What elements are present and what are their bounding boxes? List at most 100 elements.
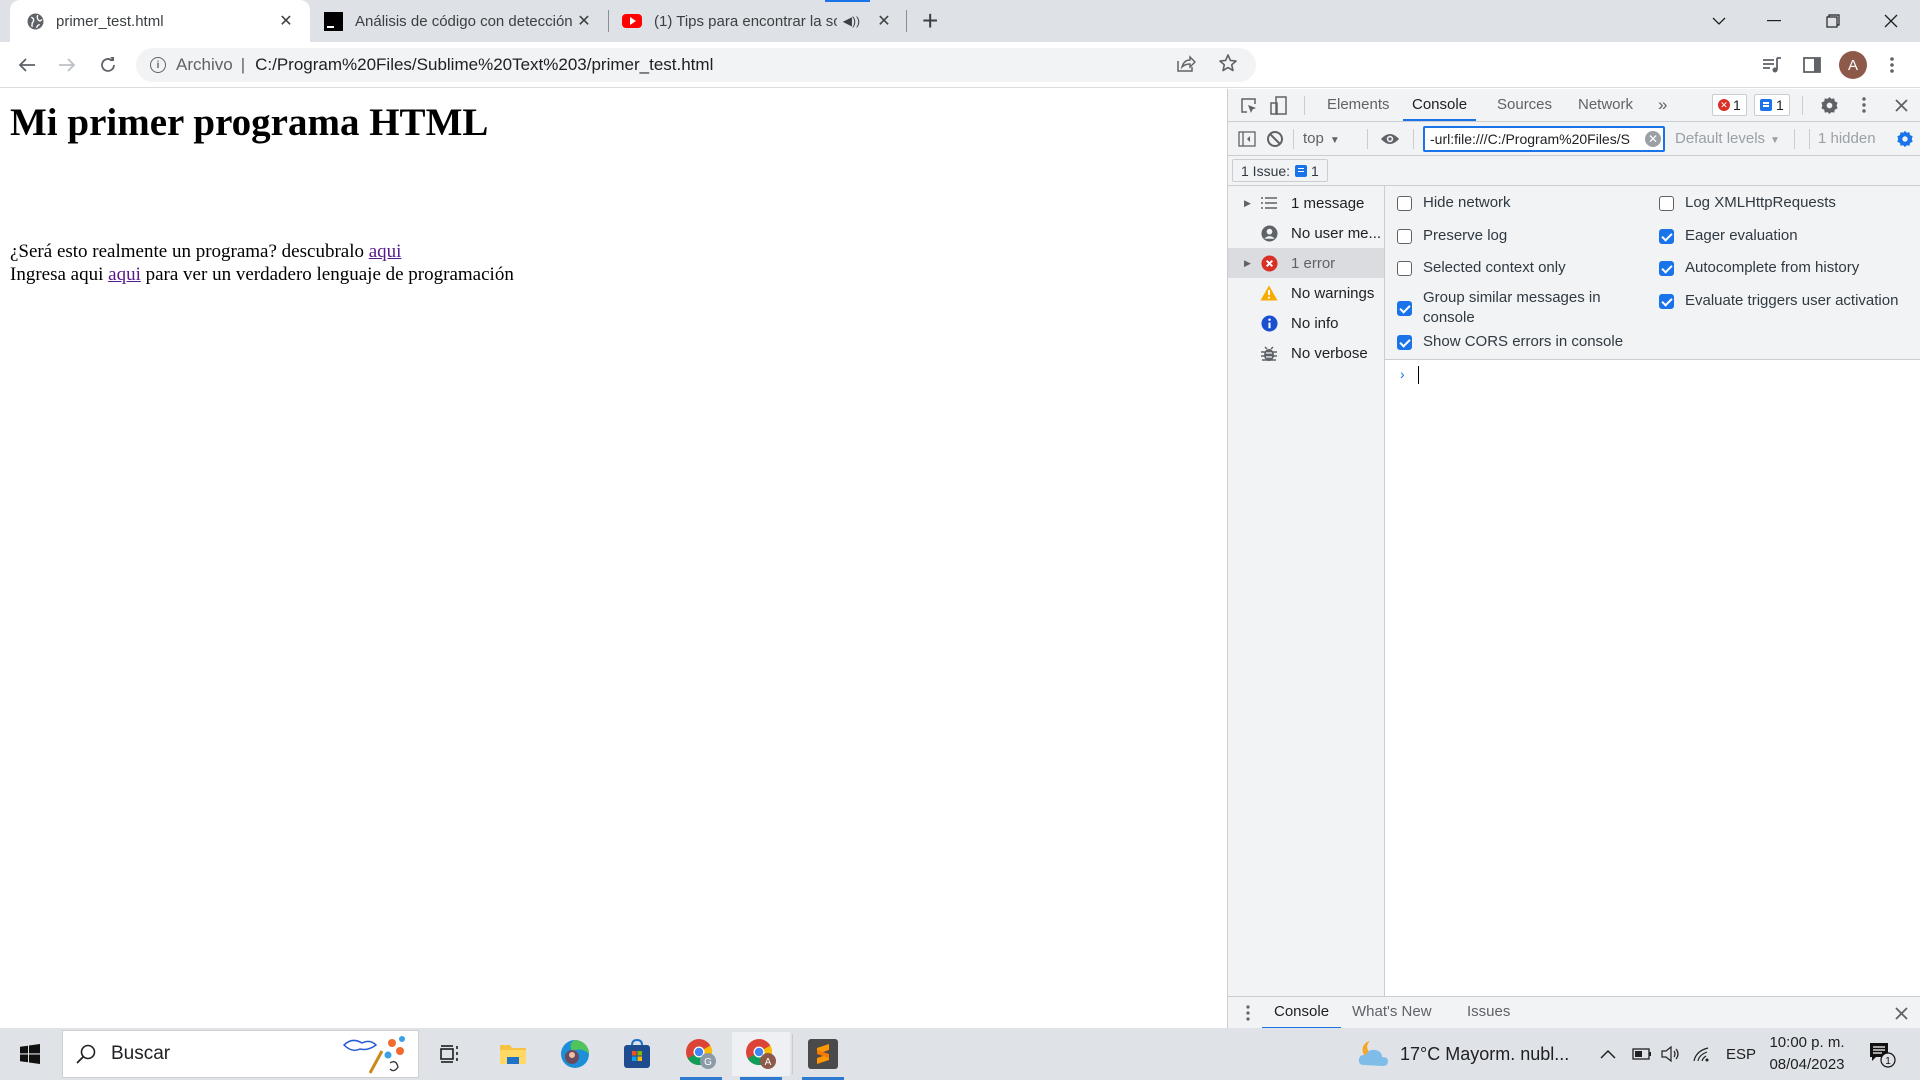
volume-indicator[interactable] (1660, 1028, 1682, 1080)
reload-button[interactable] (93, 50, 123, 80)
input-language[interactable]: ESP (1726, 1028, 1756, 1080)
clock[interactable]: 10:00 p. m. 08/04/2023 (1766, 1032, 1848, 1076)
devtools-tab-console[interactable]: Console (1403, 89, 1477, 121)
checkbox[interactable] (1397, 229, 1412, 244)
device-toolbar-icon[interactable] (1270, 96, 1288, 120)
start-button[interactable] (0, 1032, 60, 1076)
checkbox[interactable] (1397, 300, 1412, 316)
setting-group-similar[interactable]: Group similar messages in console (1397, 288, 1627, 328)
audio-playing-icon[interactable]: ◀)) (843, 14, 860, 28)
sidebar-toggle-icon[interactable] (1238, 131, 1256, 151)
microsoft-store-app[interactable] (608, 1032, 666, 1076)
show-hidden-icons-button[interactable] (1600, 1028, 1616, 1080)
link-aqui-2[interactable]: aqui (108, 264, 141, 285)
new-tab-button[interactable]: + (922, 6, 938, 36)
tab-search-button[interactable] (1694, 0, 1744, 42)
close-tab-icon[interactable]: ✕ (874, 11, 894, 31)
sidebar-item-messages[interactable]: ▶ 1 message (1228, 188, 1384, 218)
bookmark-star-icon[interactable] (1218, 53, 1238, 78)
file-explorer-app[interactable] (484, 1032, 542, 1076)
setting-autocomplete-history[interactable]: Autocomplete from history (1659, 259, 1859, 276)
chrome-app-profile-a[interactable]: A (732, 1032, 790, 1080)
sidebar-item-verbose[interactable]: No verbose (1228, 338, 1384, 368)
tab-separator (608, 10, 609, 32)
clear-console-icon[interactable] (1266, 130, 1284, 152)
context-selector[interactable]: top ▼ (1303, 130, 1340, 147)
drawer-menu-icon[interactable] (1246, 1005, 1250, 1025)
link-aqui-1[interactable]: aqui (369, 241, 402, 262)
issues-count-badge[interactable]: 1 (1754, 94, 1790, 116)
close-tab-icon[interactable]: ✕ (574, 11, 594, 31)
info-icon[interactable]: i (150, 57, 166, 73)
checkbox[interactable] (1659, 196, 1674, 211)
sidebar-item-user-messages[interactable]: No user me... (1228, 218, 1384, 248)
setting-show-cors-errors[interactable]: Show CORS errors in console (1397, 333, 1623, 350)
checkbox[interactable] (1397, 261, 1412, 276)
share-icon[interactable] (1176, 55, 1196, 78)
restore-button[interactable] (1808, 0, 1858, 42)
minimize-button[interactable] (1749, 0, 1799, 42)
sublime-text-icon (808, 1039, 838, 1069)
setting-preserve-log[interactable]: Preserve log (1397, 227, 1507, 244)
forward-button[interactable] (52, 50, 82, 80)
drawer-tab-whats-new[interactable]: What's New (1352, 997, 1432, 1029)
devtools-tab-network[interactable]: Network (1578, 89, 1633, 121)
devtools-tab-elements[interactable]: Elements (1327, 89, 1390, 121)
task-view-button[interactable] (421, 1032, 479, 1076)
checkbox[interactable] (1397, 196, 1412, 211)
network-indicator[interactable] (1692, 1028, 1712, 1080)
taskbar-search-box[interactable]: Buscar (62, 1030, 419, 1078)
more-tabs-button[interactable]: » (1658, 89, 1667, 121)
log-levels-dropdown[interactable]: Default levels ▼ (1675, 130, 1780, 147)
setting-selected-context-only[interactable]: Selected context only (1397, 259, 1566, 276)
notification-center-button[interactable]: 1 (1868, 1028, 1896, 1080)
checkbox[interactable] (1659, 261, 1674, 276)
clear-filter-icon[interactable]: ✕ (1645, 131, 1661, 147)
sidebar-item-errors[interactable]: ▶ 1 error (1228, 248, 1384, 278)
battery-indicator[interactable] (1632, 1028, 1652, 1080)
live-expression-eye-icon[interactable] (1380, 132, 1400, 150)
devtools-settings-icon[interactable] (1820, 96, 1839, 119)
sidebar-item-warnings[interactable]: No warnings (1228, 278, 1384, 308)
devtools-menu-icon[interactable] (1862, 97, 1866, 117)
close-window-button[interactable] (1866, 0, 1916, 42)
side-panel-button[interactable] (1798, 51, 1826, 79)
checkbox[interactable] (1397, 335, 1412, 350)
setting-log-xmlhttprequests[interactable]: Log XMLHttpRequests (1659, 194, 1836, 211)
console-settings-icon[interactable] (1896, 130, 1914, 152)
expand-triangle-icon[interactable]: ▶ (1244, 258, 1251, 269)
edge-app[interactable] (546, 1032, 604, 1076)
drawer-tab-issues[interactable]: Issues (1467, 997, 1510, 1029)
media-control-button[interactable] (1758, 51, 1786, 79)
chrome-app-profile-g[interactable]: G (672, 1032, 730, 1080)
warning-icon (1260, 284, 1278, 302)
sublime-text-app[interactable] (794, 1032, 852, 1080)
tab-primer-test[interactable]: primer_test.html ✕ (10, 0, 310, 42)
expand-triangle-icon[interactable]: ▶ (1244, 198, 1251, 209)
tab-youtube[interactable]: (1) Tips para encontrar la solu ◀)) ✕ (622, 0, 902, 42)
checkbox[interactable] (1659, 229, 1674, 244)
url-text[interactable]: C:/Program%20Files/Sublime%20Text%203/pr… (255, 55, 713, 75)
hidden-count: 1 hidden (1818, 130, 1876, 147)
console-filter-input[interactable]: -url:file:///C:/Program%20Files/S ✕ (1423, 126, 1665, 152)
inspect-element-icon[interactable] (1240, 97, 1258, 119)
back-button[interactable] (12, 50, 42, 80)
setting-hide-network[interactable]: Hide network (1397, 194, 1511, 211)
close-tab-icon[interactable]: ✕ (276, 11, 296, 31)
setting-evaluate-triggers[interactable]: Evaluate triggers user activation (1659, 292, 1898, 309)
weather-widget[interactable]: 17°C Mayorm. nubl... (1358, 1028, 1569, 1080)
tab-analisis[interactable]: Análisis de código con detección ✕ (322, 0, 602, 42)
close-drawer-icon[interactable] (1895, 1007, 1908, 1024)
console-input[interactable] (1386, 361, 1920, 389)
profile-avatar[interactable]: A (1839, 51, 1867, 79)
sidebar-item-info[interactable]: No info (1228, 308, 1384, 338)
menu-button[interactable] (1878, 51, 1906, 79)
devtools-tab-sources[interactable]: Sources (1497, 89, 1552, 121)
setting-eager-evaluation[interactable]: Eager evaluation (1659, 227, 1798, 244)
issues-button[interactable]: 1 Issue: 1 (1232, 159, 1328, 182)
error-count-badge[interactable]: ✕ 1 (1712, 94, 1747, 116)
checkbox[interactable] (1659, 294, 1674, 309)
drawer-tab-console[interactable]: Console (1262, 997, 1342, 1029)
close-devtools-icon[interactable] (1895, 99, 1908, 116)
address-bar[interactable]: i Archivo | C:/Program%20Files/Sublime%2… (136, 48, 1256, 82)
